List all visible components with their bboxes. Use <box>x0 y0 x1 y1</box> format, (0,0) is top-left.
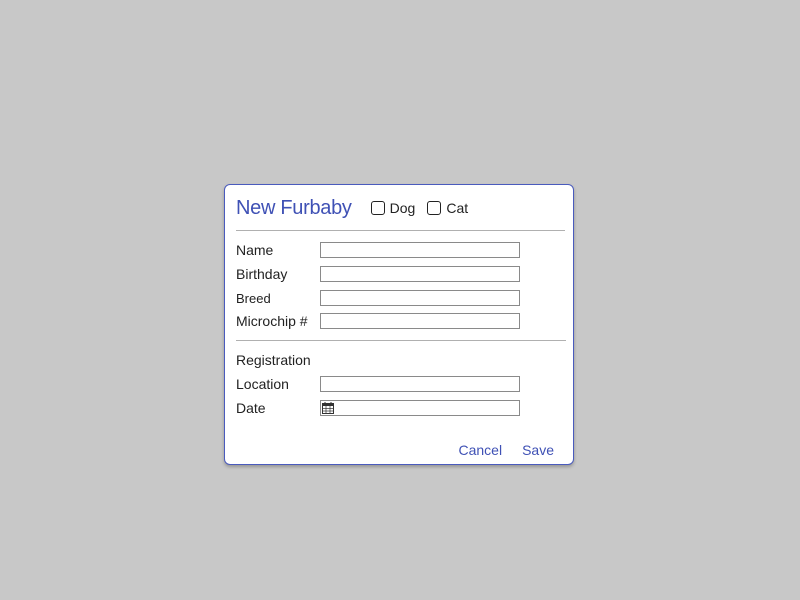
dialog-header: New Furbaby Dog Cat <box>236 196 480 220</box>
cat-label: Cat <box>446 200 469 216</box>
dog-option[interactable]: Dog <box>370 200 416 216</box>
section-divider <box>236 340 566 341</box>
microchip-label: Microchip # <box>236 313 308 329</box>
breed-input[interactable] <box>320 290 520 306</box>
dog-checkbox[interactable] <box>370 201 385 215</box>
dog-label: Dog <box>389 200 416 216</box>
registration-heading: Registration <box>236 352 311 368</box>
name-label: Name <box>236 242 274 258</box>
dialog-title: New Furbaby <box>236 196 352 219</box>
birthday-row: Birthday <box>236 266 520 282</box>
new-furbaby-dialog: New Furbaby Dog Cat Name Birthday Breed … <box>224 184 574 465</box>
cat-option[interactable]: Cat <box>427 200 468 216</box>
location-input[interactable] <box>320 376 520 392</box>
save-button[interactable]: Save <box>522 442 554 458</box>
header-divider <box>236 230 565 231</box>
breed-label: Breed <box>236 290 271 306</box>
microchip-row: Microchip # <box>236 313 520 329</box>
dialog-actions: Cancel Save <box>438 442 554 458</box>
name-row: Name <box>236 242 520 258</box>
cat-checkbox[interactable] <box>427 201 442 215</box>
date-row: Date <box>236 400 520 416</box>
breed-row: Breed <box>236 290 520 306</box>
date-input[interactable] <box>320 400 520 416</box>
date-label: Date <box>236 400 266 416</box>
location-label: Location <box>236 376 289 392</box>
calendar-icon[interactable] <box>322 402 334 414</box>
name-input[interactable] <box>320 242 520 258</box>
microchip-input[interactable] <box>320 313 520 329</box>
birthday-input[interactable] <box>320 266 520 282</box>
cancel-button[interactable]: Cancel <box>458 442 502 458</box>
birthday-label: Birthday <box>236 266 288 282</box>
location-row: Location <box>236 376 520 392</box>
